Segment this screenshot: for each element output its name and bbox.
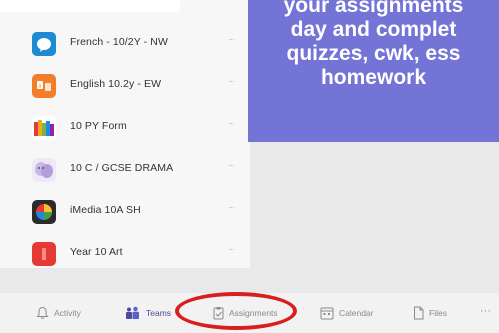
- nav-more[interactable]: ···: [480, 303, 491, 319]
- teams-icon: [126, 306, 139, 319]
- team-row-form[interactable]: 10 PY Form ···: [0, 112, 250, 150]
- team-name: Year 10 Art: [70, 246, 123, 258]
- callout-line: homework: [320, 66, 427, 89]
- callout-line: quizzes, cwk, ess: [286, 42, 461, 65]
- more-icon: ···: [480, 305, 491, 317]
- more-options-icon[interactable]: ···: [228, 118, 235, 128]
- imedia-team-icon: [32, 200, 56, 224]
- team-row-imedia[interactable]: iMedia 10A SH ···: [0, 196, 250, 234]
- more-options-icon[interactable]: ···: [228, 244, 235, 254]
- team-row-french[interactable]: French - 10/2Y - NW ···: [0, 28, 250, 66]
- nav-activity[interactable]: Activity: [36, 305, 81, 321]
- callout-line: day and complet: [290, 18, 457, 41]
- nav-activity-label: Activity: [54, 308, 81, 318]
- team-name: 10 PY Form: [70, 120, 127, 132]
- nav-teams-label: Teams: [146, 308, 172, 318]
- list-top-edge: [0, 0, 180, 12]
- svg-text:a: a: [38, 84, 41, 90]
- team-row-drama[interactable]: 10 C / GCSE DRAMA ···: [0, 154, 250, 192]
- team-row-english[interactable]: a English 10.2y - EW ···: [0, 70, 250, 108]
- teams-list-panel: French - 10/2Y - NW ··· a English 10.2y …: [0, 0, 250, 268]
- team-name: 10 C / GCSE DRAMA: [70, 162, 174, 174]
- calendar-icon: [320, 307, 334, 320]
- bell-icon: [36, 306, 49, 319]
- nav-files[interactable]: Files: [413, 305, 447, 321]
- nav-files-label: Files: [429, 308, 447, 318]
- team-name: French - 10/2Y - NW: [70, 36, 168, 48]
- art-team-icon: [32, 242, 56, 266]
- nav-calendar-label: Calendar: [339, 308, 374, 318]
- team-name: English 10.2y - EW: [70, 78, 162, 90]
- drama-team-icon: [32, 158, 56, 182]
- form-team-icon: [32, 116, 56, 140]
- nav-teams[interactable]: Teams: [124, 305, 171, 321]
- instruction-callout: your assignments day and complet quizzes…: [248, 0, 499, 142]
- nav-calendar[interactable]: Calendar: [320, 305, 374, 321]
- more-options-icon[interactable]: ···: [228, 34, 235, 44]
- french-team-icon: [32, 32, 56, 56]
- more-options-icon[interactable]: ···: [228, 160, 235, 170]
- callout-line: your assignments: [283, 0, 464, 17]
- team-name: iMedia 10A SH: [70, 204, 141, 216]
- team-row-art[interactable]: Year 10 Art ···: [0, 238, 250, 276]
- more-options-icon[interactable]: ···: [228, 202, 235, 212]
- english-team-icon: a: [32, 74, 56, 98]
- assignments-highlight-circle: [175, 292, 297, 330]
- more-options-icon[interactable]: ···: [228, 76, 235, 86]
- file-icon: [414, 306, 424, 320]
